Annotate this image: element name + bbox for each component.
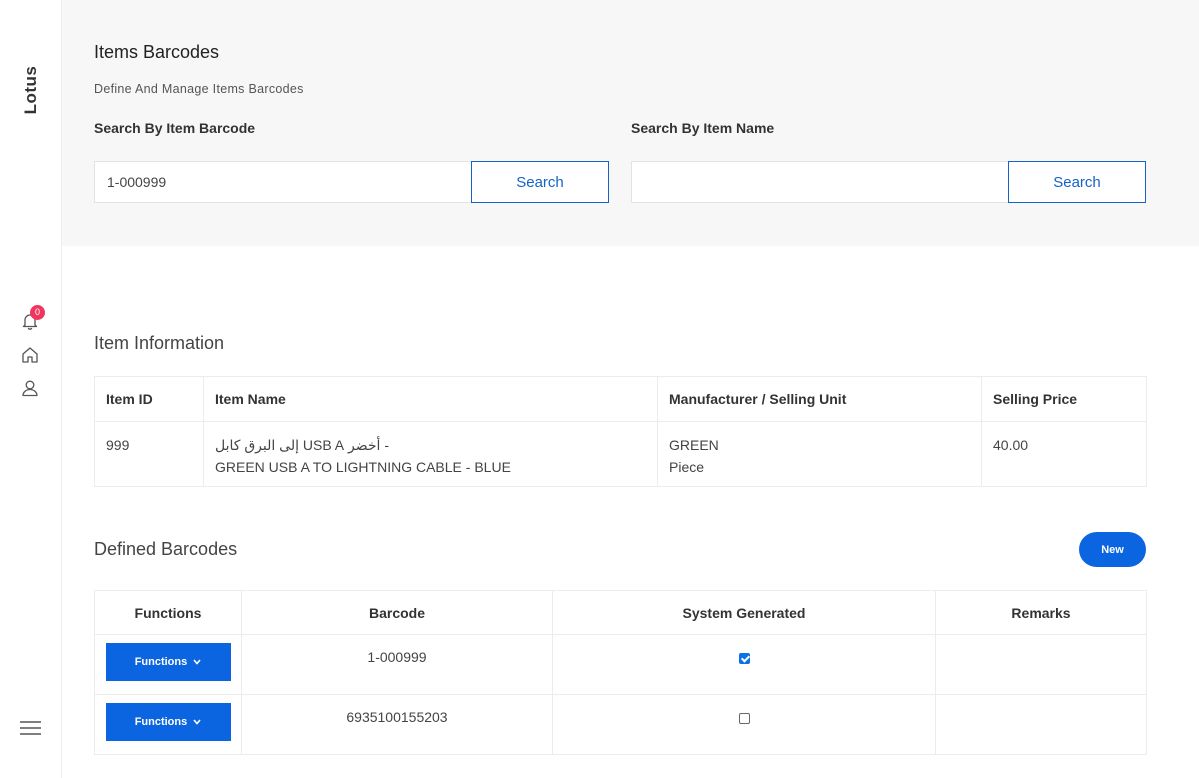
functions-cell: Functions (94, 634, 242, 695)
brand-name: Lotus (21, 65, 40, 115)
table-header-row: Item ID Item Name Manufacturer / Selling… (94, 376, 1147, 422)
item-name-english: GREEN USB A TO LIGHTNING CABLE - BLUE (215, 459, 511, 475)
name-search-label: Search By Item Name (631, 120, 775, 136)
functions-label: Functions (134, 656, 188, 668)
chevron-down-icon (193, 719, 201, 725)
barcode-search-input[interactable] (94, 161, 472, 203)
col-manufacturer-unit: Manufacturer / Selling Unit (657, 376, 982, 422)
system-generated-cell (552, 634, 936, 695)
functions-dropdown-button[interactable]: Functions (105, 703, 231, 741)
col-barcode: Barcode (241, 590, 553, 635)
table-row: Functions 6935100155203 (94, 694, 1147, 755)
brand-logo[interactable]: Lotus (11, 64, 51, 118)
barcodes-table: Functions Barcode System Generated Remar… (94, 590, 1147, 755)
new-barcode-button[interactable]: New (1079, 532, 1146, 567)
barcode-value: 1-000999 (241, 634, 553, 695)
name-search-input[interactable] (631, 161, 1009, 203)
chevron-down-icon (193, 659, 201, 665)
notification-badge: 0 (30, 305, 45, 320)
manufacturer: GREEN (669, 437, 719, 453)
system-generated-checkbox[interactable] (738, 713, 750, 724)
table-header-row: Functions Barcode System Generated Remar… (94, 590, 1147, 635)
table-row: Functions 1-000999 (94, 634, 1147, 695)
barcode-search-button[interactable]: Search (471, 161, 609, 203)
remarks (935, 634, 1147, 695)
selling-unit: Piece (669, 459, 705, 475)
col-item-name: Item Name (203, 376, 658, 422)
remarks (935, 694, 1147, 755)
item-name-cell: - أخضر USB A إلى البرق كابل GREEN USB A … (203, 421, 658, 487)
col-system-generated: System Generated (552, 590, 936, 635)
item-information-title: Item Information (94, 333, 225, 353)
page-title: Items Barcodes (94, 42, 220, 62)
col-remarks: Remarks (935, 590, 1147, 635)
table-row: 999 - أخضر USB A إلى البرق كابل GREEN US… (94, 421, 1147, 487)
item-id: 999 (94, 421, 204, 487)
barcode-search-label: Search By Item Barcode (94, 120, 256, 136)
defined-barcodes-title: Defined Barcodes (94, 539, 238, 559)
name-search-button[interactable]: Search (1008, 161, 1146, 203)
home-icon[interactable] (20, 345, 40, 365)
selling-price: 40.00 (981, 421, 1147, 487)
manufacturer-unit-cell: GREEN Piece (657, 421, 982, 487)
user-icon[interactable] (20, 378, 40, 398)
item-information-table: Item ID Item Name Manufacturer / Selling… (94, 376, 1147, 487)
functions-label: Functions (134, 716, 188, 728)
menu-icon[interactable] (19, 718, 42, 738)
functions-dropdown-button[interactable]: Functions (105, 643, 231, 681)
barcode-value: 6935100155203 (241, 694, 553, 755)
system-generated-checkbox[interactable] (738, 653, 750, 664)
item-name-arabic: - أخضر USB A إلى البرق كابل (215, 437, 389, 453)
page-subtitle: Define And Manage Items Barcodes (94, 82, 304, 96)
col-selling-price: Selling Price (981, 376, 1147, 422)
col-functions: Functions (94, 590, 242, 635)
functions-cell: Functions (94, 694, 242, 755)
system-generated-cell (552, 694, 936, 755)
col-item-id: Item ID (94, 376, 204, 422)
sidebar: Lotus 0 (0, 0, 62, 778)
